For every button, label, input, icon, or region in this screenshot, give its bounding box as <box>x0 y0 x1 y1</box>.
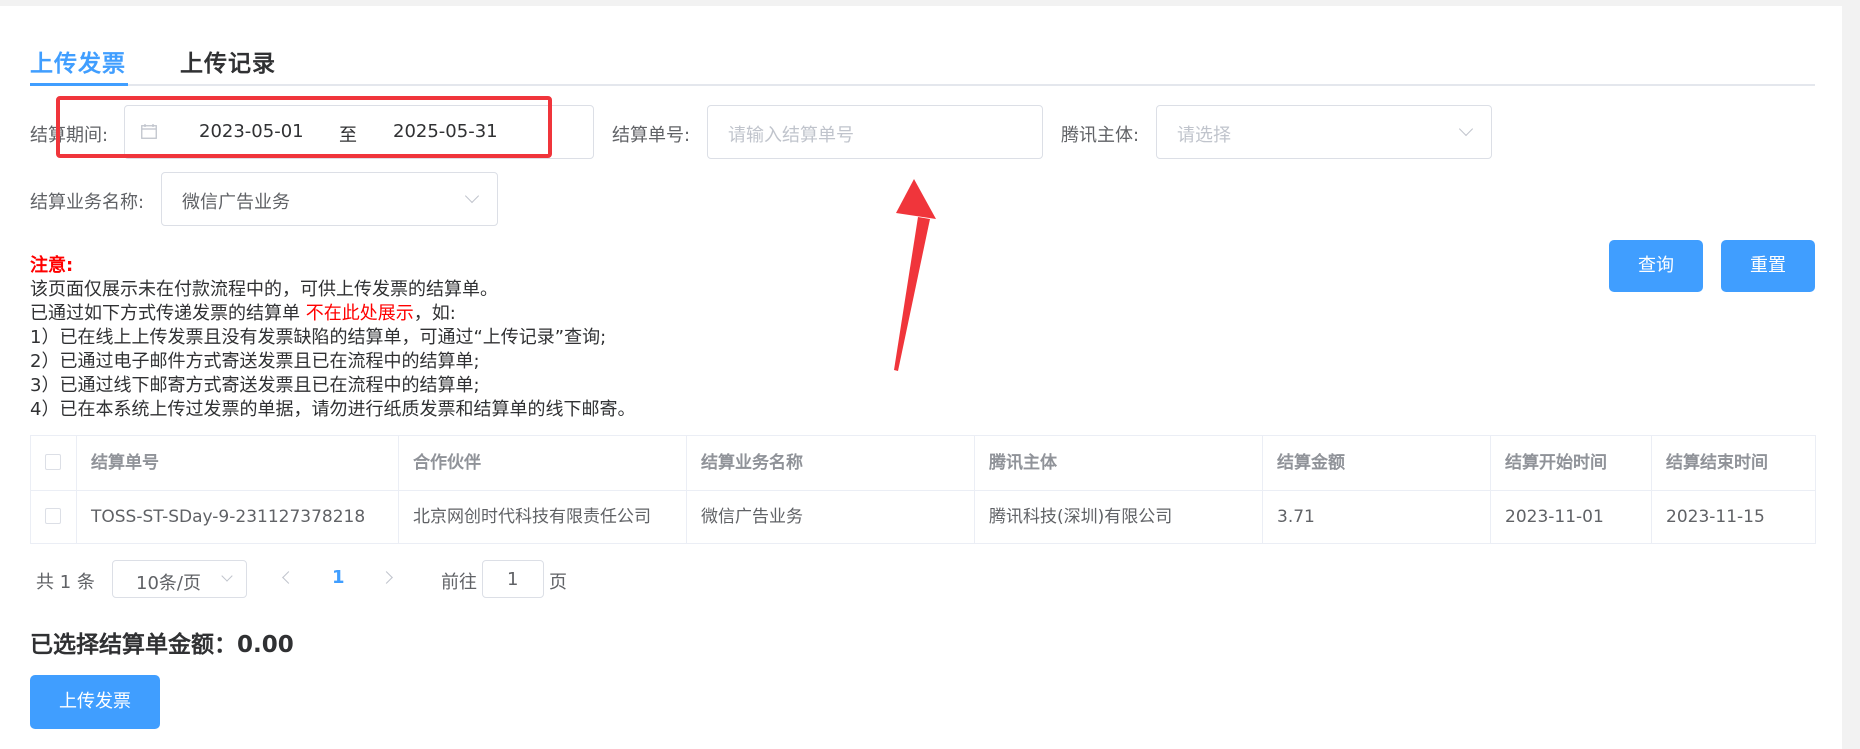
notice-item-2: 2）已通过电子邮件方式寄送发票且已在流程中的结算单; <box>30 351 480 372</box>
notice-not-shown-text: 不在此处展示 <box>305 303 414 324</box>
entity-placeholder: 请选择 <box>1177 125 1231 146</box>
annotation-arrow-icon <box>894 179 936 371</box>
goto-page-input[interactable]: 1 <box>482 560 544 598</box>
row-select-cell <box>31 490 77 544</box>
settle-no-placeholder: 请输入结算单号 <box>728 125 854 146</box>
select-all-checkbox[interactable] <box>45 454 61 470</box>
table-row[interactable]: TOSS-ST-SDay-9-231127378218 北京网创时代科技有限责任… <box>31 490 1815 544</box>
page-suffix: 页 <box>549 572 567 593</box>
header-start-time: 结算开始时间 <box>1491 436 1652 490</box>
notice-item-3: 3）已通过线下邮寄方式寄送发票且已在流程中的结算单; <box>30 375 480 396</box>
cell-end-time: 2023-11-15 <box>1666 507 1765 527</box>
entity-select[interactable]: 请选择 <box>1156 105 1492 159</box>
business-label: 结算业务名称: <box>30 192 145 213</box>
header-business-name: 结算业务名称 <box>687 436 975 490</box>
notice-item-1: 1）已在线上上传发票且没有发票缺陷的结算单，可通过“上传记录”查询; <box>30 327 607 348</box>
header-partner: 合作伙伴 <box>399 436 687 490</box>
page-size-select[interactable]: 10条/页 <box>112 560 247 598</box>
page-size-value: 10条/页 <box>136 573 201 594</box>
header-select-all-cell <box>31 436 77 490</box>
reset-button[interactable]: 重置 <box>1721 240 1815 292</box>
selected-amount-summary: 已选择结算单金额：0.00 <box>30 632 294 658</box>
notice-line-2: 已通过如下方式传递发票的结算单 不在此处展示，如: <box>30 302 456 326</box>
current-page-number[interactable]: 1 <box>332 567 345 588</box>
tab-upload-invoice[interactable]: 上传发票 <box>30 44 126 78</box>
cell-entity: 腾讯科技(深圳)有限公司 <box>975 490 1263 544</box>
settle-no-label: 结算单号: <box>612 125 691 146</box>
upload-invoice-button[interactable]: 上传发票 <box>30 675 160 729</box>
notice-line-2-suffix: ，如: <box>413 303 456 324</box>
business-select[interactable]: 微信广告业务 <box>161 172 498 226</box>
pagination-total: 共 1 条 <box>36 572 95 593</box>
cell-start-time: 2023-11-01 <box>1491 490 1652 544</box>
header-amount: 结算金额 <box>1263 436 1491 490</box>
notice-item-4: 4）已在本系统上传过发票的单据，请勿进行纸质发票和结算单的线下邮寄。 <box>30 399 636 420</box>
header-end-time: 结算结束时间 <box>1666 453 1768 473</box>
chevron-down-icon <box>1458 121 1474 137</box>
goto-label: 前往 <box>441 572 477 593</box>
settle-no-input[interactable]: 请输入结算单号 <box>707 105 1043 159</box>
tab-divider <box>30 84 1815 86</box>
cell-business-name: 微信广告业务 <box>687 490 975 544</box>
entity-label: 腾讯主体: <box>1061 125 1140 146</box>
notice-line-2-prefix: 已通过如下方式传递发票的结算单 <box>30 303 306 324</box>
row-checkbox[interactable] <box>45 508 61 524</box>
query-button[interactable]: 查询 <box>1609 240 1703 292</box>
table-header-row: 结算单号 合作伙伴 结算业务名称 腾讯主体 结算金额 结算开始时间 结算结束时间 <box>31 436 1815 491</box>
business-value: 微信广告业务 <box>182 192 290 213</box>
header-settle-no: 结算单号 <box>77 436 399 490</box>
annotation-highlight-box <box>56 96 552 158</box>
chevron-down-icon <box>221 570 233 582</box>
notice-title: 注意: <box>30 255 74 276</box>
tab-upload-records[interactable]: 上传记录 <box>180 44 276 78</box>
goto-page-value: 1 <box>507 569 519 590</box>
cell-partner: 北京网创时代科技有限责任公司 <box>399 490 687 544</box>
notice-line-1: 该页面仅展示未在付款流程中的，可供上传发票的结算单。 <box>30 279 498 300</box>
cell-settle-no: TOSS-ST-SDay-9-231127378218 <box>77 490 399 544</box>
header-entity: 腾讯主体 <box>975 436 1263 490</box>
settlement-table: 结算单号 合作伙伴 结算业务名称 腾讯主体 结算金额 结算开始时间 结算结束时间… <box>30 435 1816 544</box>
tab-active-indicator <box>30 83 128 86</box>
cell-amount: 3.71 <box>1263 490 1491 544</box>
chevron-down-icon <box>464 188 480 204</box>
